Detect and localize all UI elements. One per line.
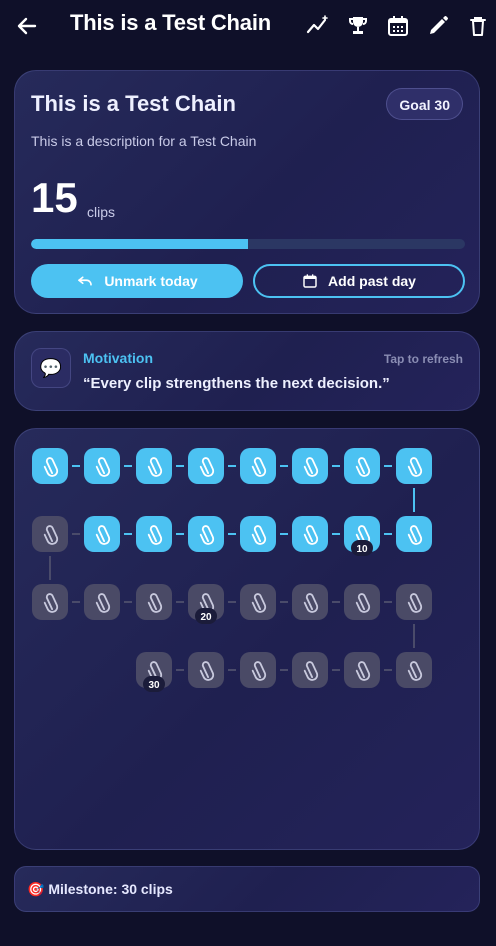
add-past-day-button[interactable]: Add past day <box>253 264 465 298</box>
clip-tile <box>240 516 276 552</box>
clip-tile <box>188 652 224 688</box>
clip-day[interactable] <box>84 516 120 552</box>
clip-day[interactable] <box>32 448 68 484</box>
page-title: This is a Test Chain <box>70 10 271 35</box>
clip-day[interactable] <box>396 584 432 620</box>
clip-tile <box>240 448 276 484</box>
add-past-day-label: Add past day <box>328 273 416 289</box>
clip-day[interactable] <box>188 516 224 552</box>
clip-day[interactable]: 10 <box>344 516 380 556</box>
goal-badge: Goal 30 <box>386 88 463 120</box>
clip-tile <box>344 652 380 688</box>
clip-tile <box>84 516 120 552</box>
clip-day[interactable] <box>292 652 328 688</box>
clip-day[interactable] <box>344 584 380 620</box>
clip-tile <box>84 448 120 484</box>
clip-tile <box>136 516 172 552</box>
undo-icon <box>78 276 93 286</box>
clip-day[interactable]: 30 <box>136 652 172 692</box>
motivation-card[interactable]: 💬 Motivation Tap to refresh “Every clip … <box>14 331 480 411</box>
milestone-badge-label: 20 <box>200 612 212 623</box>
clip-tile <box>240 584 276 620</box>
clip-tile <box>292 448 328 484</box>
clip-tile <box>188 516 224 552</box>
clip-day[interactable] <box>136 448 172 484</box>
app-bar: This is a Test Chain <box>0 0 496 52</box>
clip-day[interactable] <box>240 652 276 688</box>
unmark-today-button[interactable]: Unmark today <box>31 264 243 298</box>
unmark-today-label: Unmark today <box>104 273 198 289</box>
back-arrow-icon[interactable] <box>14 14 40 38</box>
clip-day[interactable] <box>240 448 276 484</box>
clip-day[interactable] <box>396 652 432 688</box>
clip-tile <box>396 584 432 620</box>
clip-day[interactable] <box>396 448 432 484</box>
clip-tile <box>188 448 224 484</box>
clip-day[interactable] <box>136 516 172 552</box>
chain-description: This is a description for a Test Chain <box>31 133 257 149</box>
clip-day[interactable] <box>188 448 224 484</box>
clip-tile <box>84 584 120 620</box>
clip-tile <box>32 516 68 552</box>
calendar-icon <box>303 274 317 288</box>
clip-day[interactable] <box>32 584 68 620</box>
clip-day[interactable] <box>84 584 120 620</box>
clip-tile <box>396 652 432 688</box>
clip-tile <box>292 516 328 552</box>
speech-bubble-icon: 💬 <box>31 348 71 388</box>
clip-day[interactable] <box>240 516 276 552</box>
clip-count: 15 <box>31 174 78 221</box>
clip-chain-svg: 10 20 30 <box>32 448 432 692</box>
clip-day[interactable]: 20 <box>188 584 224 624</box>
tap-to-refresh-hint: Tap to refresh <box>383 352 463 366</box>
clip-tile <box>396 516 432 552</box>
delete-trash-icon[interactable] <box>466 14 490 38</box>
calendar-icon[interactable] <box>386 14 410 38</box>
edit-pencil-icon[interactable] <box>426 14 450 38</box>
progress-bar-fill <box>31 239 248 249</box>
clip-day[interactable] <box>188 652 224 688</box>
trophy-icon[interactable] <box>346 14 370 38</box>
milestone-badge-label: 30 <box>148 680 160 691</box>
clip-day[interactable] <box>240 584 276 620</box>
progress-bar <box>31 239 465 249</box>
chain-summary-card: This is a Test Chain Goal 30 This is a d… <box>14 70 480 314</box>
clip-day[interactable] <box>136 584 172 620</box>
clip-tile <box>32 448 68 484</box>
stats-trend-icon[interactable] <box>306 14 330 38</box>
clip-day[interactable] <box>32 516 68 552</box>
clip-tile <box>396 448 432 484</box>
clip-day[interactable] <box>396 516 432 552</box>
clip-tile <box>136 584 172 620</box>
clip-count-unit: clips <box>87 204 116 220</box>
clip-day[interactable] <box>292 448 328 484</box>
motivation-quote: “Every clip strengthens the next decisio… <box>83 375 390 392</box>
chain-title: This is a Test Chain <box>31 91 236 116</box>
clip-tile <box>136 448 172 484</box>
milestone-badge-label: 10 <box>356 544 368 555</box>
clip-day[interactable] <box>344 448 380 484</box>
motivation-label: Motivation <box>83 350 153 366</box>
milestone-text: 🎯 Milestone: 30 clips <box>27 881 173 897</box>
clip-day[interactable] <box>84 448 120 484</box>
clip-tile <box>344 448 380 484</box>
milestone-card: 🎯 Milestone: 30 clips <box>14 866 480 912</box>
clip-tile <box>240 652 276 688</box>
clip-day[interactable] <box>292 516 328 552</box>
clip-day[interactable] <box>292 584 328 620</box>
clip-tile <box>32 584 68 620</box>
clip-chain-grid: 10 20 30 <box>14 428 480 850</box>
clip-tile <box>292 584 328 620</box>
clip-tile <box>344 584 380 620</box>
clip-tile <box>292 652 328 688</box>
clip-day[interactable] <box>344 652 380 688</box>
